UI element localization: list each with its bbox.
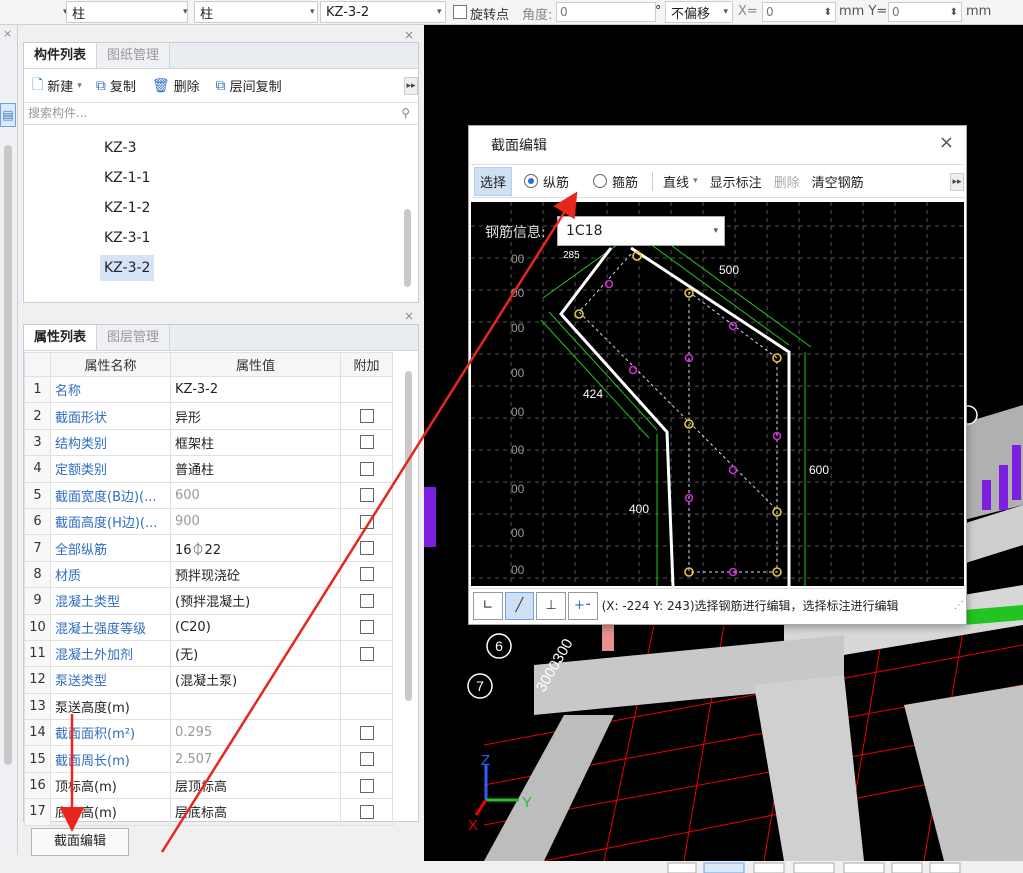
bottom-tools xyxy=(667,862,961,873)
view-tool[interactable] xyxy=(929,862,961,873)
bottom-strip xyxy=(0,861,1023,873)
view-tool[interactable] xyxy=(667,862,697,873)
view-tool[interactable] xyxy=(793,862,835,873)
view-tool[interactable] xyxy=(753,862,785,873)
view-tool[interactable] xyxy=(703,862,745,873)
view-tool[interactable] xyxy=(891,862,923,873)
view-tool[interactable] xyxy=(843,862,885,873)
annotation-arrow xyxy=(160,191,578,853)
annotation-overlay xyxy=(59,191,578,853)
